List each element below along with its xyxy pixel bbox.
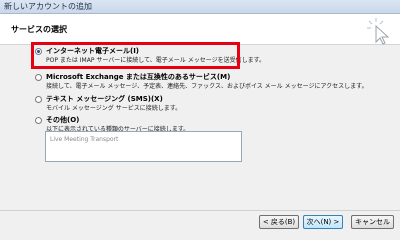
option-label: Microsoft Exchange または互換性のあるサービス(M): [46, 73, 231, 81]
option-exchange[interactable]: Microsoft Exchange または互換性のあるサービス(M) 接続して…: [35, 73, 395, 93]
option-description: 接続して、電子メール メッセージ、予定表、連絡先、ファックス、およびボイス メー…: [46, 83, 368, 90]
option-label: その他(O): [46, 116, 80, 124]
cancel-button[interactable]: キャンセル: [351, 215, 394, 229]
list-item[interactable]: Live Meeting Transport: [50, 136, 118, 143]
radio-other[interactable]: [35, 117, 42, 124]
next-button[interactable]: 次へ(N) >: [303, 215, 343, 229]
cursor-click-icon: [367, 18, 390, 45]
window-title: 新しいアカウントの追加: [4, 2, 92, 11]
radio-exchange[interactable]: [35, 74, 42, 81]
highlight-annotation: [31, 42, 240, 69]
option-description: モバイル メッセージング サービスに接続します。: [46, 105, 182, 112]
radio-sms[interactable]: [35, 96, 42, 103]
footer-divider: [0, 210, 400, 211]
page-heading: サービスの選択: [11, 25, 67, 34]
wizard-header: サービスの選択: [0, 14, 400, 45]
title-bar: 新しいアカウントの追加: [0, 0, 400, 14]
option-sms[interactable]: テキスト メッセージング (SMS)(X) モバイル メッセージング サービスに…: [35, 95, 255, 115]
other-service-list[interactable]: Live Meeting Transport: [45, 131, 242, 162]
back-button[interactable]: < 戻る(B): [259, 215, 299, 229]
option-label: テキスト メッセージング (SMS)(X): [46, 95, 163, 103]
